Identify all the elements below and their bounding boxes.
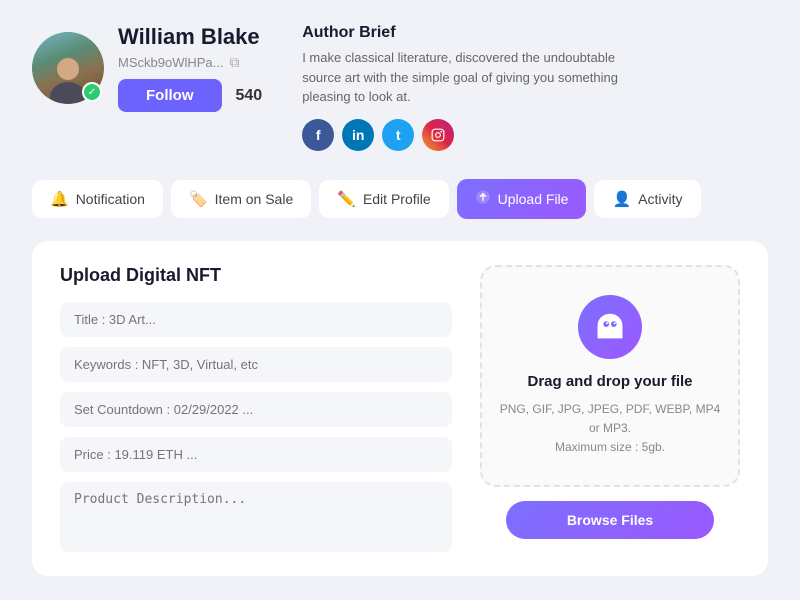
main-content: Upload Digital NFT [32, 241, 768, 576]
upload-title: Upload Digital NFT [60, 265, 452, 286]
upload-icon [475, 189, 491, 209]
countdown-input[interactable] [60, 392, 452, 427]
tab-navigation: 🔔 Notification 🏷️ Item on Sale ✏️ Edit P… [32, 179, 768, 219]
social-linkedin-icon[interactable]: in [342, 119, 374, 151]
profile-name: William Blake [118, 24, 262, 50]
social-icons: f in t [302, 119, 768, 151]
tab-upload-file[interactable]: Upload File [457, 179, 587, 219]
tab-upload-file-label: Upload File [498, 191, 569, 207]
author-brief-text: I make classical literature, discovered … [302, 48, 642, 107]
social-instagram-icon[interactable] [422, 119, 454, 151]
drop-subtitle: PNG, GIF, JPG, JPEG, PDF, WEBP, MP4 or M… [498, 400, 722, 458]
sale-icon: 🏷️ [189, 190, 208, 208]
form-fields [60, 302, 452, 552]
browse-files-button[interactable]: Browse Files [506, 501, 714, 539]
author-brief: Author Brief I make classical literature… [302, 24, 768, 151]
tab-activity[interactable]: 👤 Activity [594, 180, 700, 218]
tab-item-on-sale[interactable]: 🏷️ Item on Sale [171, 180, 311, 218]
verified-badge: ✓ [82, 82, 102, 102]
tab-edit-profile[interactable]: ✏️ Edit Profile [319, 180, 448, 218]
wallet-address: MSckb9oWlHPa... [118, 55, 223, 70]
tab-edit-profile-label: Edit Profile [363, 191, 431, 207]
description-input[interactable] [60, 482, 452, 552]
wallet-row: MSckb9oWlHPa... ⧉ [118, 54, 262, 71]
tab-activity-label: Activity [638, 191, 682, 207]
drop-icon [578, 295, 642, 359]
follow-row: Follow 540 [118, 79, 262, 112]
copy-icon[interactable]: ⧉ [229, 54, 239, 71]
social-twitter-icon[interactable]: t [382, 119, 414, 151]
profile-info: William Blake MSckb9oWlHPa... ⧉ Follow 5… [118, 24, 262, 112]
tab-item-on-sale-label: Item on Sale [215, 191, 294, 207]
upload-form: Upload Digital NFT [60, 265, 452, 552]
profile-left: ✓ William Blake MSckb9oWlHPa... ⧉ Follow… [32, 24, 262, 112]
title-input[interactable] [60, 302, 452, 337]
notification-icon: 🔔 [50, 190, 69, 208]
upload-right: Drag and drop your file PNG, GIF, JPG, J… [480, 265, 740, 552]
tab-notification-label: Notification [76, 191, 145, 207]
author-brief-title: Author Brief [302, 24, 768, 42]
drop-title: Drag and drop your file [527, 373, 692, 390]
profile-section: ✓ William Blake MSckb9oWlHPa... ⧉ Follow… [32, 24, 768, 151]
page-wrapper: ✓ William Blake MSckb9oWlHPa... ⧉ Follow… [0, 0, 800, 600]
avatar-wrapper: ✓ [32, 32, 104, 104]
follow-button[interactable]: Follow [118, 79, 222, 112]
edit-icon: ✏️ [337, 190, 356, 208]
follower-count: 540 [236, 87, 263, 105]
social-facebook-icon[interactable]: f [302, 119, 334, 151]
tab-notification[interactable]: 🔔 Notification [32, 180, 163, 218]
keywords-input[interactable] [60, 347, 452, 382]
price-input[interactable] [60, 437, 452, 472]
activity-icon: 👤 [612, 190, 631, 208]
drop-zone[interactable]: Drag and drop your file PNG, GIF, JPG, J… [480, 265, 740, 488]
